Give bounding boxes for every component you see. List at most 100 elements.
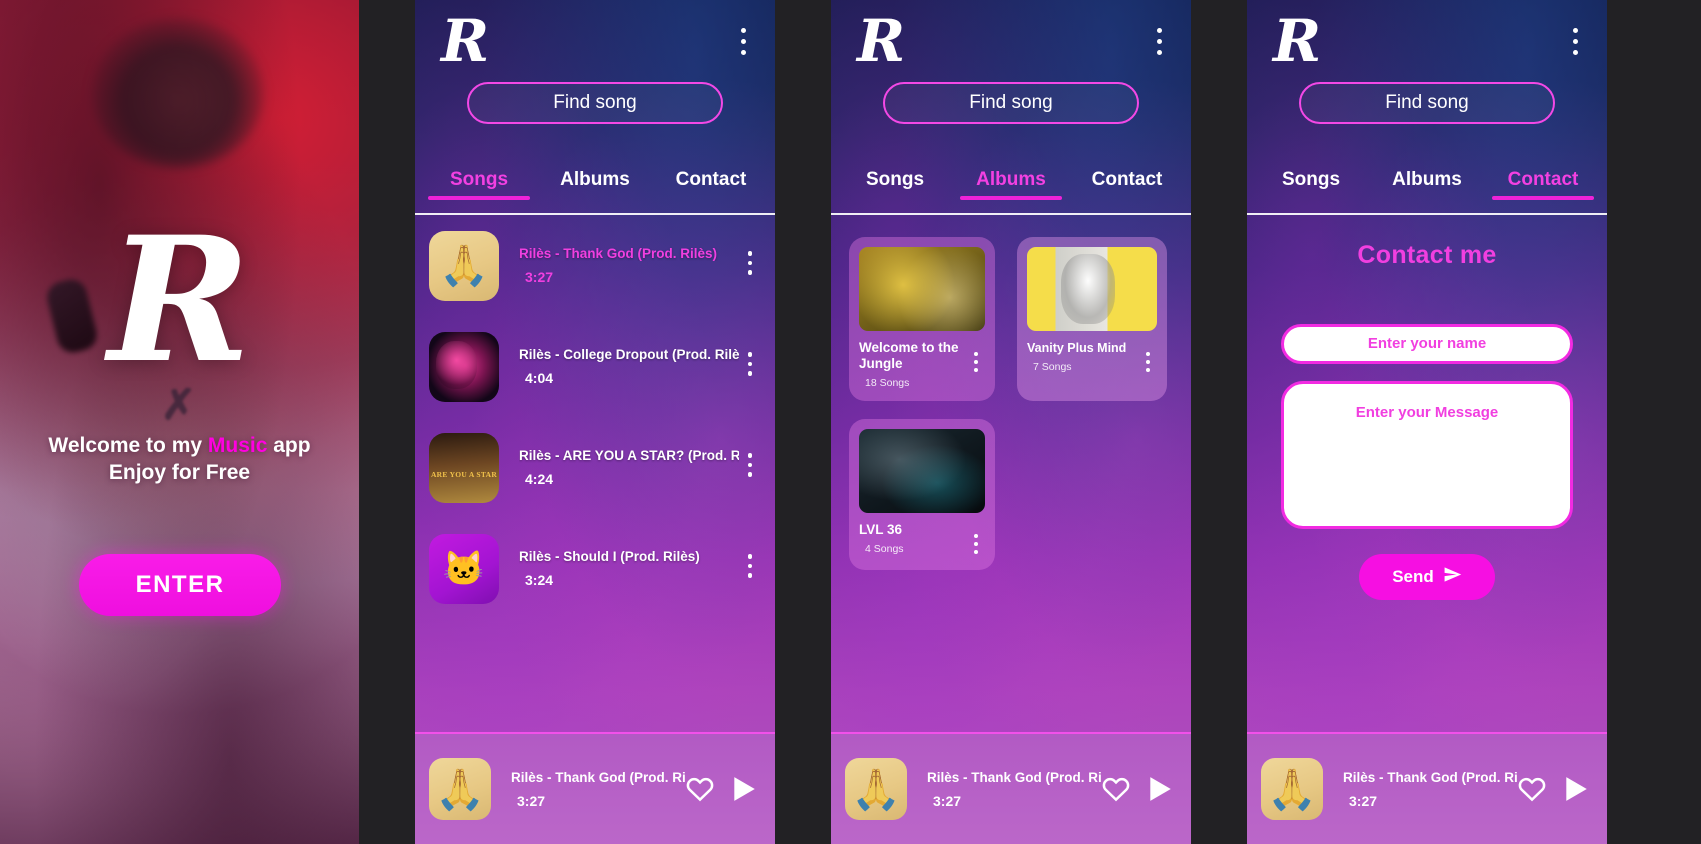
welcome-line-2: Enjoy for Free <box>108 461 251 484</box>
albums-header: R Find song Songs Albums Contact <box>831 0 1191 215</box>
now-playing-bar[interactable]: Rilès - Thank God (Prod. Rilès) 3:27 <box>831 732 1191 844</box>
page-title: Contact me <box>1357 241 1497 269</box>
tab-active-indicator <box>959 196 1063 200</box>
kebab-menu-icon[interactable] <box>739 251 761 280</box>
album-art <box>429 230 499 301</box>
now-playing-meta: Rilès - Thank God (Prod. Rilès) 3:27 <box>907 770 1101 809</box>
album-card[interactable]: Vanity Plus Mind 7 Songs <box>1017 237 1167 401</box>
list-item[interactable]: Rilès - Should I (Prod. Rilès) 3:24 <box>415 518 775 619</box>
message-input[interactable]: Enter your Message <box>1281 381 1573 529</box>
play-icon[interactable] <box>1147 775 1173 803</box>
play-icon[interactable] <box>1563 775 1589 803</box>
album-card[interactable]: LVL 36 4 Songs <box>849 419 995 570</box>
song-duration: 3:27 <box>525 269 554 285</box>
kebab-menu-icon[interactable] <box>739 554 761 583</box>
tab-contact[interactable]: Contact <box>1069 169 1185 200</box>
album-song-count: 18 Songs <box>865 377 910 389</box>
tab-songs[interactable]: Songs <box>1253 169 1369 200</box>
album-song-count: 7 Songs <box>1033 361 1072 373</box>
tab-active-indicator <box>1376 196 1478 200</box>
tab-bar: Songs Albums Contact <box>831 169 1191 215</box>
now-playing-title: Rilès - Thank God (Prod. Rilès) <box>927 769 1101 785</box>
tab-label: Albums <box>560 169 630 190</box>
album-art <box>429 533 499 604</box>
now-playing-meta: Rilès - Thank God (Prod. Rilès) 3:27 <box>491 770 685 809</box>
app-logo: R <box>857 7 906 75</box>
play-icon[interactable] <box>731 775 757 803</box>
tab-albums[interactable]: Albums <box>537 169 653 200</box>
app-logo: R <box>108 198 251 401</box>
welcome-suffix: app <box>267 434 311 457</box>
tab-label: Songs <box>865 169 925 190</box>
album-art <box>859 247 985 331</box>
tab-contact[interactable]: Contact <box>1485 169 1601 200</box>
tab-label: Contact <box>1091 169 1163 190</box>
screenshot-stage: R ✗ Welcome to my Music app Enjoy for Fr… <box>0 0 1701 844</box>
enter-button[interactable]: ENTER <box>79 554 281 616</box>
albums-screen: R Find song Songs Albums Contact Welcome… <box>831 0 1191 844</box>
tab-albums[interactable]: Albums <box>953 169 1069 200</box>
kebab-menu-icon[interactable] <box>739 352 761 381</box>
kebab-menu-icon[interactable] <box>1147 28 1171 62</box>
heart-icon[interactable] <box>1101 774 1131 804</box>
tab-label: Contact <box>1507 169 1579 190</box>
album-card[interactable]: Welcome to the Jungle 18 Songs <box>849 237 995 401</box>
tab-albums[interactable]: Albums <box>1369 169 1485 200</box>
album-art <box>1261 758 1323 820</box>
panel-gap-1 <box>359 0 415 844</box>
song-duration: 4:04 <box>525 370 554 386</box>
welcome-highlight: Music <box>207 434 268 457</box>
search-input[interactable]: Find song <box>1299 82 1555 124</box>
artist-photo-backdrop <box>92 18 264 168</box>
tab-active-indicator <box>427 196 531 200</box>
now-playing-bar[interactable]: Rilès - Thank God (Prod. Rilès) 3:27 <box>1247 732 1607 844</box>
name-input[interactable]: Enter your name <box>1281 324 1573 364</box>
tab-active-indicator <box>1076 196 1178 200</box>
tab-songs[interactable]: Songs <box>421 169 537 200</box>
kebab-menu-icon[interactable] <box>1563 28 1587 62</box>
kebab-menu-icon[interactable] <box>967 522 985 558</box>
list-item[interactable]: Rilès - College Dropout (Prod. Rilès) 4:… <box>415 316 775 417</box>
splash-screen: R ✗ Welcome to my Music app Enjoy for Fr… <box>0 0 359 844</box>
contact-form: Contact me Enter your name Enter your Me… <box>1247 215 1607 732</box>
app-logo: R <box>1273 7 1322 75</box>
album-art <box>429 758 491 820</box>
search-input[interactable]: Find song <box>883 82 1139 124</box>
now-playing-duration: 3:27 <box>1349 792 1378 809</box>
kebab-menu-icon[interactable] <box>967 340 985 376</box>
search-input[interactable]: Find song <box>467 82 723 124</box>
now-playing-meta: Rilès - Thank God (Prod. Rilès) 3:27 <box>1323 770 1517 809</box>
paper-plane-icon <box>1443 565 1462 589</box>
album-grid[interactable]: Welcome to the Jungle 18 Songs Vanity Pl… <box>831 215 1191 732</box>
album-song-count: 4 Songs <box>865 543 904 555</box>
kebab-menu-icon[interactable] <box>1139 340 1157 376</box>
tab-active-indicator <box>1491 196 1595 200</box>
send-button[interactable]: Send <box>1359 554 1495 600</box>
songs-header: R Find song Songs Albums Contact <box>415 0 775 215</box>
welcome-text: Welcome to my Music app Enjoy for Free <box>0 432 359 486</box>
kebab-menu-icon[interactable] <box>731 28 755 62</box>
tab-active-indicator <box>1260 196 1362 200</box>
now-playing-bar[interactable]: Rilès - Thank God (Prod. Rilès) 3:27 <box>415 732 775 844</box>
panel-gap-2 <box>775 0 831 844</box>
song-title: Rilès - Should I (Prod. Rilès) <box>519 549 700 564</box>
kebab-menu-icon[interactable] <box>739 453 761 482</box>
now-playing-title: Rilès - Thank God (Prod. Rilès) <box>511 769 685 785</box>
songs-screen: R Find song Songs Albums Contact Rilès -… <box>415 0 775 844</box>
song-meta: Rilès - Should I (Prod. Rilès) 3:24 <box>499 549 739 588</box>
tab-label: Songs <box>449 169 509 190</box>
tab-active-indicator <box>544 196 646 200</box>
song-list[interactable]: Rilès - Thank God (Prod. Rilès) 3:27 Ril… <box>415 215 775 732</box>
contact-screen: R Find song Songs Albums Contact Contact… <box>1247 0 1607 844</box>
heart-icon[interactable] <box>1517 774 1547 804</box>
album-footer: Welcome to the Jungle 18 Songs <box>859 340 985 389</box>
tab-songs[interactable]: Songs <box>837 169 953 200</box>
tab-contact[interactable]: Contact <box>653 169 769 200</box>
album-texts: Vanity Plus Mind 7 Songs <box>1027 340 1139 373</box>
list-item[interactable]: Rilès - ARE YOU A STAR? (Prod. Rilès) 4:… <box>415 417 775 518</box>
heart-icon[interactable] <box>685 774 715 804</box>
album-name: LVL 36 <box>859 522 903 537</box>
list-item[interactable]: Rilès - Thank God (Prod. Rilès) 3:27 <box>415 215 775 316</box>
song-title: Rilès - ARE YOU A STAR? (Prod. Rilès) <box>519 448 739 463</box>
tab-bar: Songs Albums Contact <box>1247 169 1607 215</box>
